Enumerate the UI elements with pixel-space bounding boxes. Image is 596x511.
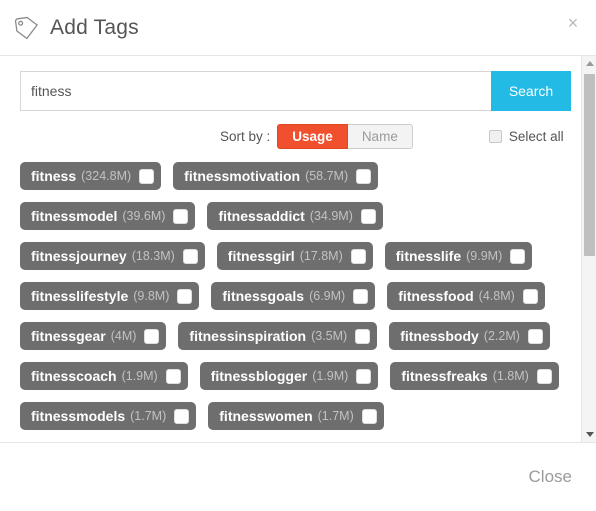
- dialog-footer: Close: [0, 442, 596, 511]
- tag-usage-count: (1.7M): [130, 409, 167, 423]
- tag-pill[interactable]: fitnessgirl (17.8M): [216, 242, 373, 270]
- tag-pill[interactable]: fitnesswomen (1.7M): [208, 402, 384, 430]
- tag-usage-count: (4M): [110, 329, 137, 343]
- tag-usage-count: (1.9M): [121, 369, 158, 383]
- tag-name: fitnesslifestyle: [31, 288, 129, 304]
- tag-checkbox[interactable]: [165, 368, 181, 384]
- tag-checkbox[interactable]: [350, 248, 366, 264]
- sort-controls-row: Sort by : Usage Name Select all: [20, 123, 571, 149]
- tag-checkbox[interactable]: [173, 208, 189, 224]
- tag-pill[interactable]: fitnessjourney (18.3M): [20, 242, 205, 270]
- tag-name: fitnessmodels: [31, 408, 126, 424]
- add-tags-dialog: Add Tags × Search Sort by : Usage Name S…: [0, 0, 596, 511]
- tag-checkbox[interactable]: [360, 208, 376, 224]
- tag-name: fitnessgear: [31, 328, 106, 344]
- tag-usage-count: (1.8M): [492, 369, 529, 383]
- tag-checkbox[interactable]: [144, 328, 160, 344]
- tag-name: fitnessmodel: [31, 208, 118, 224]
- dialog-body-content: Search Sort by : Usage Name Select all f…: [0, 56, 581, 442]
- vertical-scrollbar[interactable]: [581, 56, 596, 442]
- tag-pill[interactable]: fitnessgear (4M): [20, 322, 167, 350]
- dialog-header: Add Tags ×: [0, 0, 596, 56]
- tag-pill[interactable]: fitnessblogger (1.9M): [199, 362, 379, 390]
- tag-name: fitnessfreaks: [401, 368, 488, 384]
- search-button[interactable]: Search: [491, 71, 571, 111]
- tag-usage-count: (324.8M): [81, 169, 132, 183]
- caret-down-icon[interactable]: [582, 427, 596, 442]
- tag-usage-count: (1.9M): [312, 369, 349, 383]
- tag-pill[interactable]: fitnessaddict (34.9M): [207, 202, 383, 230]
- tag-checkbox[interactable]: [139, 168, 155, 184]
- tag-name: fitnessinspiration: [189, 328, 307, 344]
- dialog-body: Search Sort by : Usage Name Select all f…: [0, 56, 596, 442]
- tag-pill[interactable]: fitnessbody (2.2M): [389, 322, 550, 350]
- tag-usage-count: (17.8M): [299, 249, 343, 263]
- tag-pill[interactable]: fitnessfood (4.8M): [387, 282, 545, 310]
- tag-pill[interactable]: fitnessinspiration (3.5M): [178, 322, 378, 350]
- tag-pill[interactable]: fitnessmodel (39.6M): [20, 202, 196, 230]
- tag-name: fitnessfood: [398, 288, 474, 304]
- select-all-checkbox[interactable]: [488, 129, 502, 143]
- select-all-control[interactable]: Select all: [488, 128, 564, 144]
- tag-checkbox[interactable]: [356, 168, 372, 184]
- tag-pill[interactable]: fitnessgoals (6.9M): [211, 282, 376, 310]
- tag-usage-count: (2.2M): [483, 329, 520, 343]
- sort-by-name-button[interactable]: Name: [347, 123, 413, 149]
- tag-checkbox[interactable]: [536, 368, 552, 384]
- tag-name: fitnessblogger: [210, 368, 308, 384]
- tag-checkbox[interactable]: [355, 328, 371, 344]
- tag-list: fitness (324.8M) fitnessmotivation (58.7M) f…: [20, 162, 571, 442]
- select-all-label: Select all: [508, 128, 564, 144]
- tag-name: fitnessmotivation: [184, 168, 301, 184]
- scrollbar-thumb[interactable]: [584, 74, 595, 256]
- tag-name: fitnesscoach: [31, 368, 117, 384]
- tag-name: fitnessbody: [400, 328, 479, 344]
- tag-checkbox[interactable]: [177, 288, 193, 304]
- tag-usage-count: (9.8M): [133, 289, 170, 303]
- search-row: Search: [20, 71, 571, 111]
- tag-usage-count: (9.9M): [466, 249, 503, 263]
- tag-usage-count: (39.6M): [122, 209, 166, 223]
- sort-by-usage-button[interactable]: Usage: [277, 123, 348, 149]
- tag-usage-count: (6.9M): [309, 289, 346, 303]
- tag-checkbox[interactable]: [182, 248, 198, 264]
- tag-pill[interactable]: fitnesscoach (1.9M): [20, 362, 188, 390]
- close-icon[interactable]: ×: [563, 14, 583, 34]
- tag-checkbox[interactable]: [356, 368, 372, 384]
- tag-name: fitnessjourney: [31, 248, 127, 264]
- tag-checkbox[interactable]: [361, 408, 377, 424]
- tag-name: fitnessaddict: [218, 208, 305, 224]
- tag-name: fitnesswomen: [219, 408, 313, 424]
- tag-pill[interactable]: fitnesslife (9.9M): [384, 242, 533, 270]
- tag-pill[interactable]: fitnessfreaks (1.8M): [390, 362, 559, 390]
- tag-checkbox[interactable]: [510, 248, 526, 264]
- tag-checkbox[interactable]: [353, 288, 369, 304]
- search-input[interactable]: [20, 71, 491, 111]
- tag-pill[interactable]: fitnessmodels (1.7M): [20, 402, 197, 430]
- sort-button-group: Usage Name: [277, 123, 413, 149]
- sort-by-label: Sort by :: [220, 128, 271, 144]
- tag-usage-count: (3.5M): [311, 329, 348, 343]
- tag-usage-count: (58.7M): [305, 169, 349, 183]
- close-button[interactable]: Close: [527, 463, 574, 491]
- tag-name: fitnessgoals: [222, 288, 305, 304]
- tag-usage-count: (1.7M): [317, 409, 354, 423]
- caret-up-icon[interactable]: [582, 56, 596, 71]
- tag-pill[interactable]: fitnessmotivation (58.7M): [173, 162, 379, 190]
- tag-pill[interactable]: fitnesslifestyle (9.8M): [20, 282, 200, 310]
- tag-usage-count: (18.3M): [131, 249, 175, 263]
- tag-checkbox[interactable]: [527, 328, 543, 344]
- tag-pill[interactable]: fitness (324.8M): [20, 162, 162, 190]
- tag-name: fitness: [31, 168, 77, 184]
- tag-usage-count: (34.9M): [309, 209, 353, 223]
- tag-name: fitnessgirl: [227, 248, 295, 264]
- page-title: Add Tags: [50, 15, 139, 39]
- tag-name: fitnesslife: [395, 248, 462, 264]
- tag-usage-count: (4.8M): [478, 289, 515, 303]
- tag-checkbox[interactable]: [174, 408, 190, 424]
- tag-icon: [14, 16, 38, 39]
- tag-checkbox[interactable]: [522, 288, 538, 304]
